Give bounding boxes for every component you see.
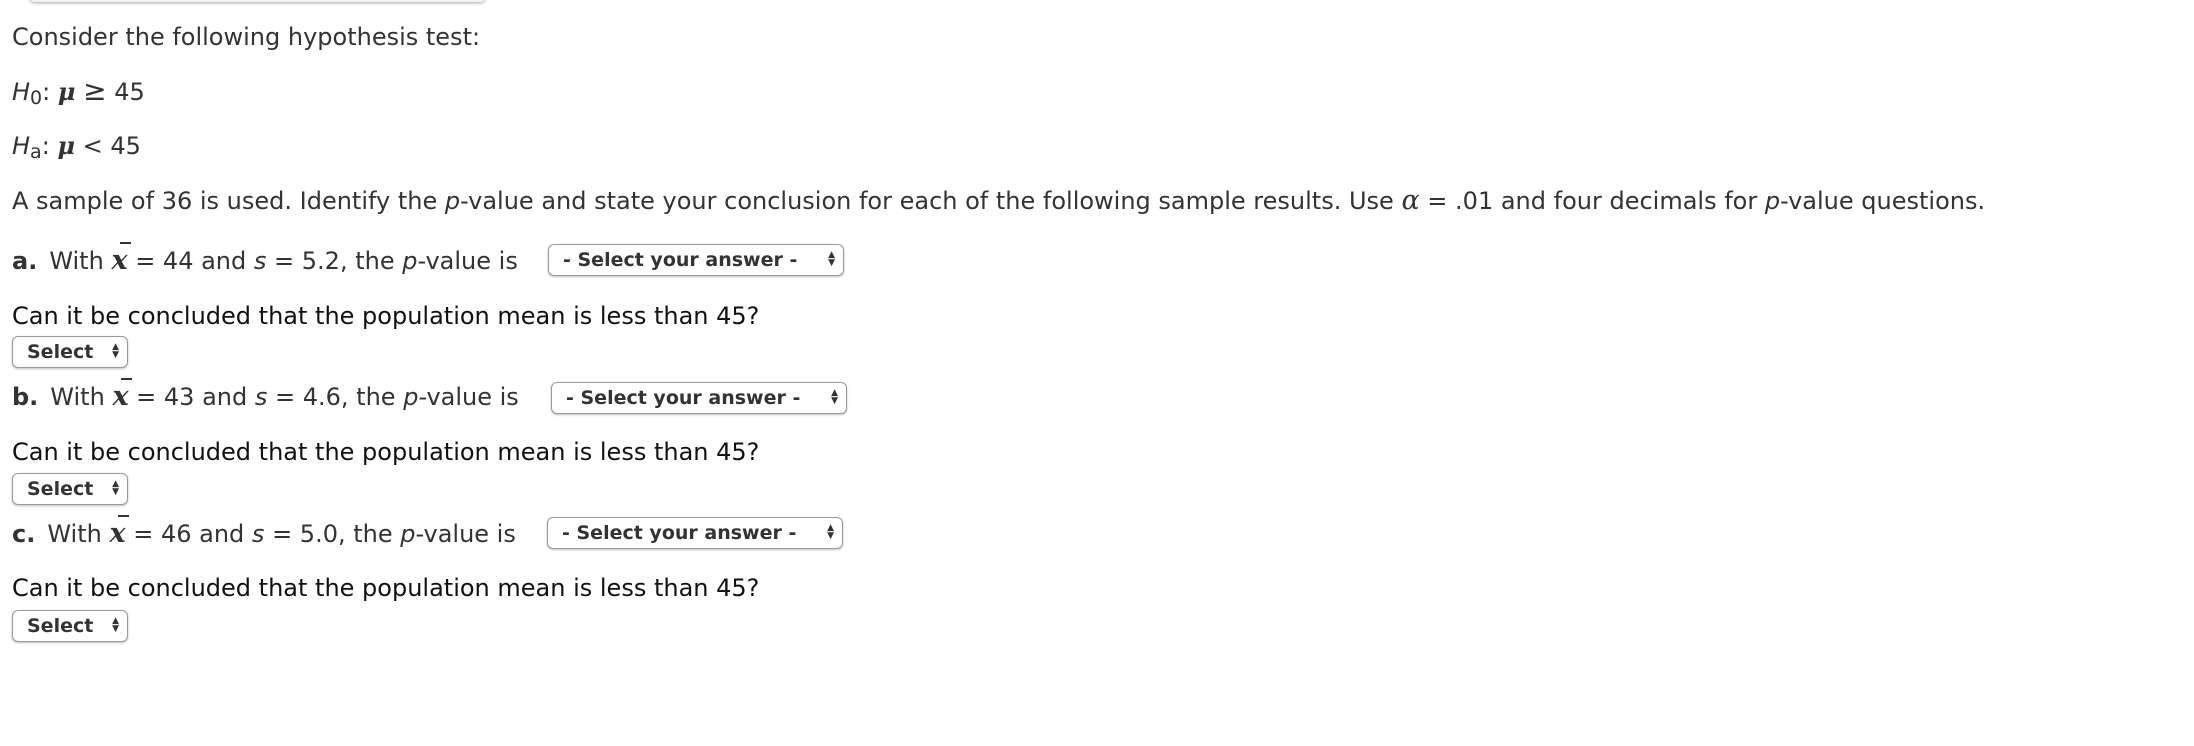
h0-mu: μ bbox=[57, 77, 76, 106]
h0-symbol: H bbox=[12, 78, 31, 106]
select-arrows-icon: ▲ ▼ bbox=[831, 388, 838, 406]
with-text: With bbox=[50, 383, 105, 411]
select-value: - Select your answer - bbox=[566, 387, 801, 409]
h0-colon: : bbox=[42, 78, 51, 106]
ha-colon: : bbox=[41, 132, 50, 160]
ha-subscript: a bbox=[30, 141, 42, 163]
null-hypothesis: H0: μ ≥ 45 bbox=[12, 74, 145, 110]
select-value: - Select your answer - bbox=[562, 522, 797, 544]
intro-text: Consider the following hypothesis test: bbox=[12, 23, 481, 51]
select-value: Select bbox=[27, 615, 94, 637]
select-value: Select bbox=[27, 341, 94, 363]
p-symbol: p bbox=[444, 187, 461, 215]
question-b-prompt: b. With x = 43 and s = 4.6, the p-value i… bbox=[12, 378, 519, 412]
xbar-symbol: x bbox=[111, 242, 132, 276]
question-a-pvalue-select[interactable]: - Select your answer - ▲ ▼ bbox=[548, 244, 844, 276]
with-text: With bbox=[49, 247, 104, 275]
with-text: With bbox=[47, 520, 102, 548]
select-arrows-icon: ▲ ▼ bbox=[112, 616, 119, 634]
pvalue-text: -value is bbox=[418, 383, 519, 411]
xbar-value-text: = 44 and bbox=[127, 247, 254, 275]
xbar-symbol: x bbox=[109, 515, 130, 549]
question-b-conclusion-text: Can it be concluded that the population … bbox=[12, 438, 760, 466]
question-c-conclusion-select[interactable]: Select ▲ ▼ bbox=[12, 610, 128, 642]
h0-subscript: 0 bbox=[30, 87, 43, 109]
ha-mu: μ bbox=[57, 131, 76, 160]
select-value: Select bbox=[27, 478, 94, 500]
question-c-conclusion-text: Can it be concluded that the population … bbox=[12, 574, 760, 602]
ha-value: 45 bbox=[110, 132, 141, 160]
p-symbol: p bbox=[1764, 187, 1781, 215]
instructions-part1: A sample of 36 is used. Identify the bbox=[12, 187, 445, 215]
xbar-value-text: = 46 and bbox=[125, 520, 252, 548]
ha-operator: < bbox=[82, 132, 103, 160]
s-symbol: s bbox=[251, 520, 265, 548]
s-value-text: = 5.2, the bbox=[266, 247, 403, 275]
question-label: c. bbox=[12, 520, 36, 548]
xbar-symbol: x bbox=[112, 378, 133, 412]
question-a-prompt: a. With x = 44 and s = 5.2, the p-value i… bbox=[12, 242, 518, 276]
instructions-text: A sample of 36 is used. Identify the p-v… bbox=[12, 186, 1985, 216]
h0-operator: ≥ bbox=[83, 74, 107, 107]
top-panel-edge bbox=[30, 0, 485, 2]
p-symbol: p bbox=[402, 247, 418, 275]
ha-symbol: H bbox=[12, 132, 31, 160]
question-label: a. bbox=[12, 247, 38, 275]
select-arrows-icon: ▲ ▼ bbox=[827, 523, 834, 541]
question-c-prompt: c. With x = 46 and s = 5.0, the p-value i… bbox=[12, 515, 516, 549]
instructions-part4: -value questions. bbox=[1780, 187, 1986, 215]
h0-value: 45 bbox=[114, 78, 145, 106]
select-arrows-icon: ▲ ▼ bbox=[112, 479, 119, 497]
question-c-pvalue-select[interactable]: - Select your answer - ▲ ▼ bbox=[547, 517, 843, 549]
s-value-text: = 5.0, the bbox=[264, 520, 401, 548]
select-arrows-icon: ▲ ▼ bbox=[112, 342, 119, 360]
instructions-part3: = .01 and four decimals for bbox=[1419, 187, 1765, 215]
p-symbol: p bbox=[403, 383, 419, 411]
select-arrows-icon: ▲ ▼ bbox=[828, 250, 835, 268]
xbar-value-text: = 43 and bbox=[128, 383, 255, 411]
question-b-conclusion-select[interactable]: Select ▲ ▼ bbox=[12, 473, 128, 505]
s-value-text: = 4.6, the bbox=[267, 383, 404, 411]
question-a-conclusion-select[interactable]: Select ▲ ▼ bbox=[12, 336, 128, 368]
pvalue-text: -value is bbox=[415, 520, 516, 548]
select-value: - Select your answer - bbox=[563, 249, 798, 271]
question-b-pvalue-select[interactable]: - Select your answer - ▲ ▼ bbox=[551, 382, 847, 414]
question-a-conclusion-text: Can it be concluded that the population … bbox=[12, 302, 760, 330]
question-label: b. bbox=[12, 383, 39, 411]
s-symbol: s bbox=[253, 247, 267, 275]
pvalue-text: -value is bbox=[417, 247, 518, 275]
s-symbol: s bbox=[254, 383, 268, 411]
instructions-part2: -value and state your conclusion for eac… bbox=[460, 187, 1402, 215]
alpha-symbol: α bbox=[1401, 185, 1420, 216]
p-symbol: p bbox=[400, 520, 416, 548]
alternative-hypothesis: Ha: μ < 45 bbox=[12, 131, 141, 163]
